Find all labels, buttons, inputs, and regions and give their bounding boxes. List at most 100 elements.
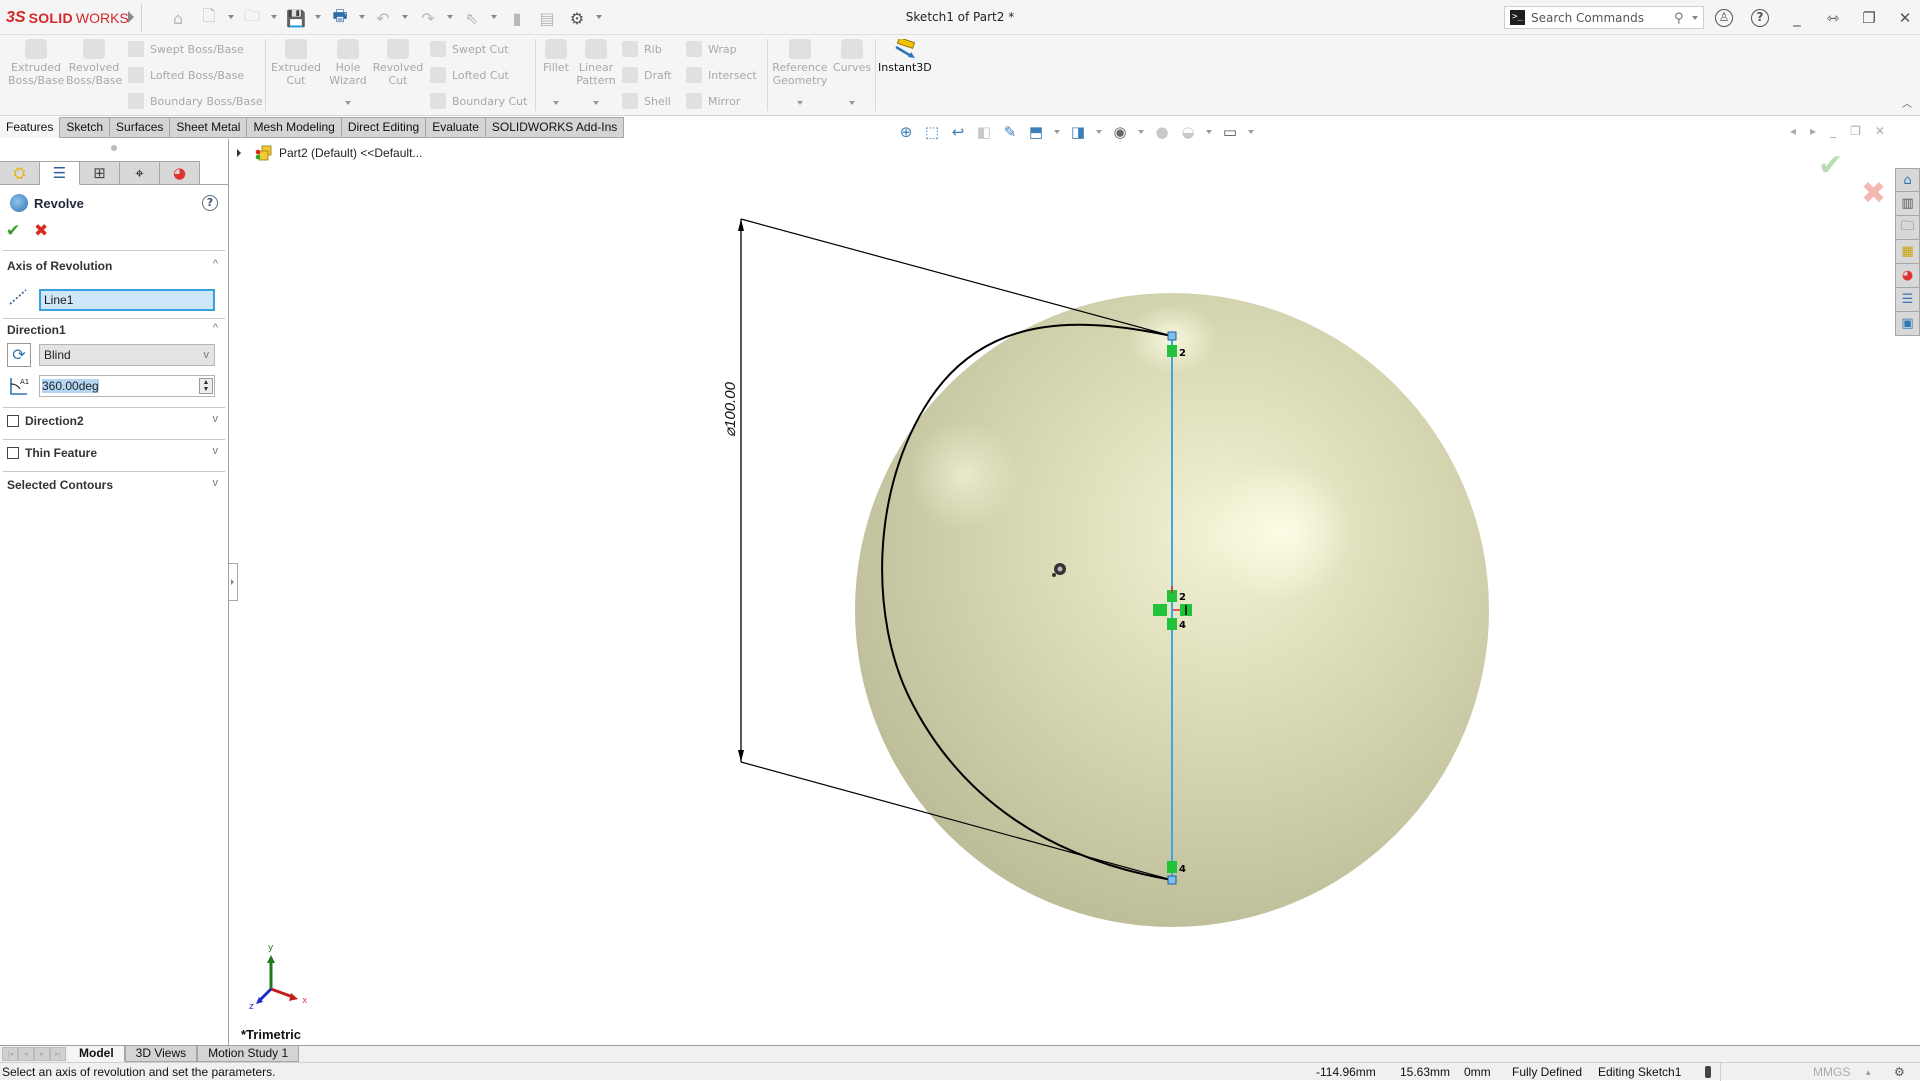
undo-dropdown[interactable] — [402, 15, 408, 19]
rebuild-status-icon[interactable] — [1705, 1066, 1711, 1078]
first-tab-button[interactable]: |◂ — [2, 1047, 18, 1061]
featuremanager-flyout-tree[interactable]: Part2 (Default) <<Default... — [237, 145, 422, 161]
document-restore-button[interactable]: ❐ — [1850, 124, 1861, 138]
search-commands-input[interactable]: >_ Search Commands ⚲ — [1504, 6, 1704, 29]
select-dropdown[interactable] — [491, 15, 497, 19]
open-folder-icon[interactable]: 🗀 — [242, 6, 262, 28]
sketch-endpoint-top[interactable] — [1167, 331, 1177, 341]
revolve-angle-input[interactable]: 360.00deg ▲ ▼ — [39, 375, 215, 397]
help-icon[interactable]: ? — [202, 195, 218, 211]
chevron-down-icon[interactable]: v — [213, 413, 219, 425]
view-settings-dropdown[interactable] — [1248, 130, 1254, 134]
linear-pattern-button[interactable]: Linear Pattern — [576, 39, 616, 87]
mirror-button[interactable]: Mirror — [686, 91, 740, 111]
tab-model[interactable]: Model — [68, 1046, 125, 1062]
chevron-up-icon[interactable]: ^ — [213, 258, 218, 270]
chevron-down-icon[interactable]: v — [213, 445, 219, 457]
axis-of-revolution-group-header[interactable]: Axis of Revolution ^ — [7, 257, 222, 275]
revolved-boss-base-button[interactable]: Revolved Boss/Base — [66, 39, 122, 87]
draft-button[interactable]: Draft — [622, 65, 672, 85]
hide-show-dropdown[interactable] — [1138, 130, 1144, 134]
thin-feature-checkbox[interactable] — [7, 447, 19, 459]
panel-collapse-handle[interactable] — [229, 563, 238, 601]
tab-mesh-modeling[interactable]: Mesh Modeling — [247, 117, 342, 138]
lofted-boss-base-button[interactable]: Lofted Boss/Base — [128, 65, 244, 85]
new-document-icon[interactable]: 🗋 — [199, 6, 219, 28]
solidworks-forum-icon[interactable]: ▣ — [1895, 312, 1920, 336]
instant3d-button[interactable]: Instant3D — [878, 37, 932, 74]
axis-of-revolution-selection-box[interactable]: Line1 — [39, 289, 215, 311]
confirmation-corner-cancel-icon[interactable]: ✖ — [1861, 176, 1886, 211]
curves-button[interactable]: Curves — [832, 39, 872, 74]
chevron-up-icon[interactable]: ^ — [213, 322, 218, 334]
search-dropdown[interactable] — [1692, 15, 1698, 20]
tab-sketch[interactable]: Sketch — [60, 117, 111, 138]
confirmation-corner-ok-icon[interactable]: ✔ — [1818, 148, 1843, 183]
view-settings-icon[interactable]: ▭ — [1219, 121, 1241, 143]
extruded-boss-base-button[interactable]: Extruded Boss/Base — [8, 39, 64, 87]
home-icon[interactable]: ⌂ — [168, 8, 188, 28]
appearances-icon[interactable]: ◕ — [1895, 264, 1920, 288]
configurationmanager-tab[interactable]: ⊞ — [80, 161, 120, 185]
curves-dropdown[interactable] — [849, 101, 855, 105]
user-account-icon[interactable]: ♙ — [1713, 7, 1735, 29]
search-icon[interactable]: ⚲ — [1674, 11, 1688, 26]
menu-expand-arrow[interactable] — [128, 11, 134, 23]
tab-features[interactable]: Features — [0, 117, 61, 138]
document-close-button[interactable]: ✕ — [1875, 124, 1885, 138]
tab-surfaces[interactable]: Surfaces — [110, 117, 171, 138]
revolved-cut-button[interactable]: Revolved Cut — [372, 39, 424, 87]
solidworks-logo[interactable]: 3S SOLID WORKS — [6, 8, 129, 28]
design-library-icon[interactable]: ▥ — [1895, 192, 1920, 216]
display-style-dropdown[interactable] — [1096, 130, 1102, 134]
save-dropdown[interactable] — [315, 15, 321, 19]
edit-appearance-icon[interactable]: ● — [1151, 121, 1173, 143]
shell-button[interactable]: Shell — [622, 91, 671, 111]
diameter-dimension-label[interactable]: ⌀100.00 — [722, 381, 739, 437]
redo-dropdown[interactable] — [447, 15, 453, 19]
featuremanager-tab[interactable]: ⛭ — [0, 161, 40, 185]
last-tab-button[interactable]: ▸| — [50, 1047, 66, 1061]
collapse-ribbon-icon[interactable]: ︿ — [1902, 95, 1912, 110]
view-palette-icon[interactable]: ▦ — [1895, 240, 1920, 264]
linear-pattern-dropdown[interactable] — [593, 101, 599, 105]
unit-system-dropdown[interactable]: ▴ — [1866, 1067, 1871, 1078]
reference-geometry-button[interactable]: Reference Geometry — [772, 39, 828, 87]
hide-show-items-icon[interactable]: ◉ — [1109, 121, 1131, 143]
angle-spinner[interactable]: ▲ ▼ — [199, 378, 213, 394]
minimize-button[interactable]: _ — [1786, 7, 1808, 29]
restore-button[interactable]: ❐ — [1858, 7, 1880, 29]
cancel-button[interactable]: ✖ — [34, 221, 48, 241]
redo-icon[interactable]: ↷ — [418, 8, 438, 28]
print-dropdown[interactable] — [359, 15, 365, 19]
hole-wizard-dropdown[interactable] — [345, 101, 351, 105]
dynamic-annotation-icon[interactable]: ✎ — [999, 121, 1021, 143]
previous-document-button[interactable]: ◂ — [1790, 124, 1796, 138]
tab-motion-study-1[interactable]: Motion Study 1 — [197, 1046, 300, 1062]
help-icon[interactable]: ? — [1749, 7, 1771, 29]
previous-view-icon[interactable]: ↩ — [947, 121, 969, 143]
propertymanager-tab[interactable]: ☰ — [40, 161, 80, 185]
zoom-to-area-icon[interactable]: ⬚ — [921, 121, 943, 143]
sketch-endpoint-bottom[interactable] — [1167, 875, 1177, 885]
view-orientation-icon[interactable]: ⬒ — [1025, 121, 1047, 143]
graphics-area[interactable]: ⌀100.00 2 2 4 4 y x z — [230, 139, 1920, 1045]
ok-button[interactable]: ✔ — [6, 221, 20, 241]
solidworks-resources-icon[interactable]: ⌂ — [1895, 168, 1920, 192]
tile-windows-button[interactable]: ⇿ — [1822, 7, 1844, 29]
tab-3d-views[interactable]: 3D Views — [124, 1046, 198, 1062]
boundary-cut-button[interactable]: Boundary Cut — [430, 91, 527, 111]
revolve-type-select[interactable]: Blind v — [39, 344, 215, 366]
swept-boss-base-button[interactable]: Swept Boss/Base — [128, 39, 244, 59]
rib-button[interactable]: Rib — [622, 39, 662, 59]
previous-tab-button[interactable]: ◂ — [18, 1047, 34, 1061]
tab-solidworks-add-ins[interactable]: SOLIDWORKS Add-Ins — [485, 117, 625, 138]
reverse-direction-icon[interactable]: ⟳ — [7, 343, 31, 367]
select-icon[interactable]: ⇖ — [462, 8, 482, 28]
zoom-to-fit-icon[interactable]: ⊕ — [895, 121, 917, 143]
unit-system[interactable]: MMGS — [1813, 1065, 1850, 1079]
options-dropdown[interactable] — [596, 15, 602, 19]
displaymanager-tab[interactable]: ◕ — [160, 161, 200, 185]
tab-direct-editing[interactable]: Direct Editing — [341, 117, 427, 138]
close-button[interactable]: ✕ — [1894, 7, 1916, 29]
